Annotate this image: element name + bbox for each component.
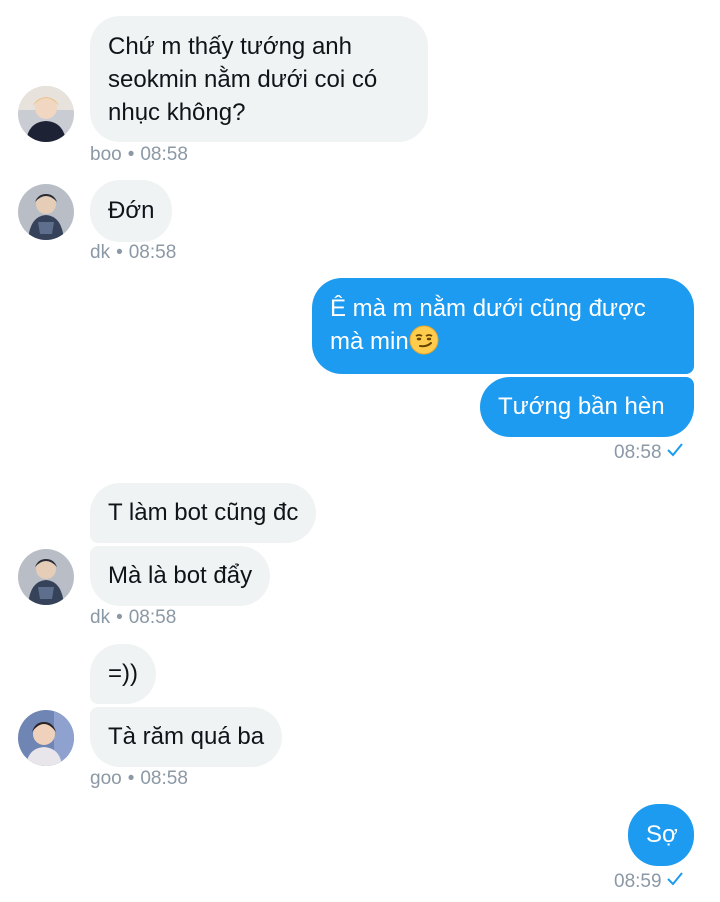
timestamp: 08:58: [140, 144, 188, 165]
meta-separator: •: [116, 242, 123, 263]
timestamp: 08:58: [128, 607, 177, 628]
message-bubble-outgoing[interactable]: Sợ: [628, 804, 694, 866]
avatar-dk[interactable]: [18, 184, 74, 240]
message-meta: boo • 08:58: [90, 144, 188, 166]
sender-name: boo: [90, 144, 122, 165]
sent-check-icon: [666, 442, 684, 464]
message-meta: dk • 08:58: [90, 242, 176, 264]
message-bubble[interactable]: =)): [90, 644, 156, 704]
message-bubble-outgoing[interactable]: Ê mà m nằm dưới cũng được mà min: [312, 278, 694, 374]
timestamp: 08:58: [614, 442, 662, 464]
sent-check-icon: [666, 871, 684, 893]
avatar-dk[interactable]: [18, 549, 74, 605]
message-bubble[interactable]: Tà răm quá ba: [90, 707, 283, 767]
meta-separator: •: [127, 768, 135, 789]
meta-separator: •: [127, 144, 135, 165]
message-bubble[interactable]: Chứ m thấy tướng anh seokmin nằm dưới co…: [90, 16, 428, 142]
meta-separator: •: [116, 607, 123, 628]
message-bubble-outgoing[interactable]: Tướng bần hèn: [480, 377, 694, 437]
message-meta: 08:58: [614, 442, 684, 464]
message-bubble[interactable]: Đớn: [90, 180, 173, 242]
timestamp: 08:59: [614, 871, 662, 893]
timestamp: 08:58: [140, 768, 188, 789]
message-text: Ê mà m nằm dưới cũng được mà min: [330, 295, 646, 355]
sender-name: dk: [90, 607, 111, 628]
timestamp: 08:58: [128, 242, 177, 263]
avatar-boo[interactable]: [18, 86, 74, 142]
message-meta: dk • 08:58: [90, 607, 176, 629]
message-meta: 08:59: [614, 871, 684, 893]
message-bubble[interactable]: T làm bot cũng đc: [90, 483, 317, 543]
smirking-face-icon: [409, 325, 439, 355]
sender-name: goo: [90, 768, 122, 789]
avatar-goo[interactable]: [18, 710, 74, 766]
message-meta: goo • 08:58: [90, 768, 188, 790]
sender-name: dk: [90, 242, 111, 263]
message-bubble[interactable]: Mà là bot đẩy: [90, 546, 271, 606]
